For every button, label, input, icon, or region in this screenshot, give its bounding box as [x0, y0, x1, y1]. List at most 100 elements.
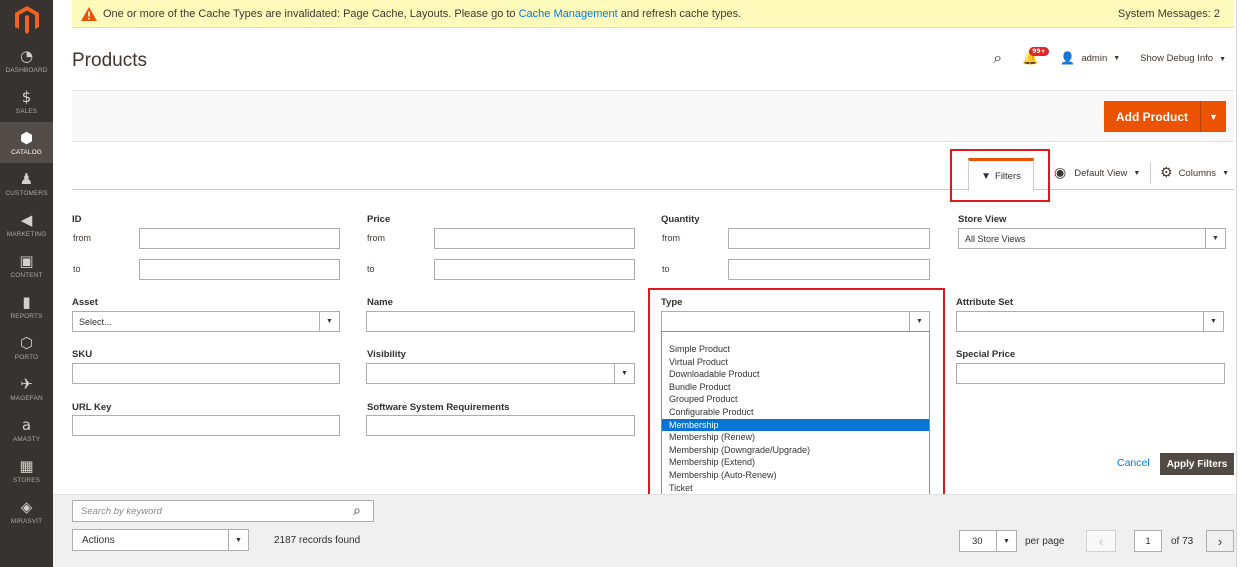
- url-key-input[interactable]: [72, 415, 340, 436]
- visibility-select[interactable]: ▼: [366, 363, 635, 384]
- price-filter-label: Price: [367, 214, 391, 225]
- gear-icon: ⚙: [1160, 165, 1173, 181]
- page-title: Products: [72, 50, 147, 71]
- sidebar-item-customers[interactable]: ♟ CUSTOMERS: [0, 163, 53, 204]
- admin-user-menu[interactable]: 👤 admin ▼: [1060, 51, 1120, 65]
- chevron-down-icon: ▼: [996, 531, 1016, 551]
- layout-icon: ▣: [19, 251, 34, 270]
- price-to-input[interactable]: [434, 259, 635, 280]
- hexagon-icon: ⬡: [19, 333, 34, 352]
- system-message-bar: One or more of the Cache Types are inval…: [72, 0, 1234, 28]
- price-from-label: from: [367, 233, 385, 243]
- name-input[interactable]: [366, 311, 635, 332]
- store-icon: ▦: [19, 456, 34, 475]
- asset-value: Select...: [79, 316, 112, 327]
- store-view-value: All Store Views: [965, 233, 1026, 244]
- price-to-label: to: [367, 264, 375, 274]
- debug-info-toggle[interactable]: Show Debug Info ▼: [1140, 53, 1226, 64]
- sidebar-item-amasty[interactable]: a AMASTY: [0, 409, 53, 450]
- notifications-bell-icon[interactable]: 🔔 99+: [1022, 46, 1049, 66]
- sidebar-item-label: STORES: [12, 476, 41, 484]
- sidebar-item-mirasvit[interactable]: ◈ MIRASVIT: [0, 491, 53, 532]
- user-icon: 👤: [1060, 51, 1076, 65]
- global-search-icon[interactable]: ⌕: [993, 48, 1002, 68]
- search-icon[interactable]: ⌕: [353, 503, 361, 519]
- special-price-input[interactable]: [956, 363, 1225, 384]
- system-messages-count[interactable]: System Messages: 2: [1118, 8, 1220, 20]
- total-pages-label: of 73: [1171, 536, 1194, 547]
- price-from-input[interactable]: [434, 228, 635, 249]
- quantity-to-input[interactable]: [728, 259, 930, 280]
- sidebar-item-reports[interactable]: ▮ REPORTS: [0, 286, 53, 327]
- admin-username: admin: [1081, 52, 1108, 64]
- quantity-from-label: from: [662, 233, 680, 243]
- cancel-filters-link[interactable]: Cancel: [1117, 457, 1150, 469]
- software-requirements-input[interactable]: [366, 415, 635, 436]
- sidebar-item-label: DASHBOARD: [5, 66, 48, 74]
- keyword-search-input[interactable]: Search by keyword ⌕: [72, 500, 374, 522]
- chevron-down-icon: ▼: [1219, 55, 1226, 63]
- chevron-down-icon: ▼: [1113, 54, 1121, 62]
- previous-page-button[interactable]: ‹: [1086, 530, 1116, 552]
- chevron-down-icon: ▼: [1209, 111, 1218, 122]
- sidebar-item-marketing[interactable]: ◀ MARKETING: [0, 204, 53, 245]
- cube-icon: ⬢: [19, 128, 34, 147]
- store-view-select[interactable]: All Store Views ▼: [958, 228, 1226, 249]
- per-page-value: 30: [972, 535, 983, 547]
- megafan-icon: ✈: [20, 374, 33, 393]
- add-product-button[interactable]: Add Product: [1104, 101, 1201, 132]
- special-price-filter-label: Special Price: [956, 349, 1016, 360]
- id-filter-label: ID: [72, 214, 82, 225]
- store-view-filter-label: Store View: [958, 214, 1007, 225]
- actions-label: Actions: [82, 534, 115, 546]
- records-found-count: 2187 records found: [274, 535, 361, 546]
- chevron-down-icon: ▼: [1205, 229, 1225, 248]
- page-actions-bar: Add Product ▼: [72, 90, 1234, 142]
- attribute-set-select[interactable]: ▼: [956, 311, 1224, 332]
- quantity-from-input[interactable]: [728, 228, 930, 249]
- sidebar-item-sales[interactable]: $ SALES: [0, 81, 53, 122]
- quantity-filter-label: Quantity: [661, 214, 700, 225]
- sku-input[interactable]: [72, 363, 340, 384]
- id-from-input[interactable]: [139, 228, 340, 249]
- sidebar-item-label: CONTENT: [10, 271, 43, 279]
- chevron-right-icon: ›: [1217, 533, 1223, 549]
- magento-logo-shape: [14, 6, 39, 34]
- default-view-label: Default View: [1074, 167, 1128, 179]
- sidebar-item-label: SALES: [15, 107, 38, 115]
- chevron-down-icon: ▼: [319, 312, 339, 331]
- speedometer-icon: ◔: [19, 46, 34, 65]
- default-view-selector[interactable]: ◉ Default View ▼: [1054, 165, 1140, 181]
- dollar-icon: $: [21, 87, 32, 106]
- sidebar-item-label: CATALOG: [11, 148, 42, 156]
- apply-filters-button[interactable]: Apply Filters: [1160, 453, 1234, 475]
- sidebar-item-content[interactable]: ▣ CONTENT: [0, 245, 53, 286]
- mass-actions-select[interactable]: Actions ▼: [72, 529, 249, 551]
- add-product-dropdown-toggle[interactable]: ▼: [1201, 101, 1226, 132]
- sidebar-item-label: PORTO: [14, 353, 39, 361]
- chevron-down-icon: ▼: [228, 530, 248, 550]
- sku-filter-label: SKU: [72, 349, 93, 360]
- sidebar-item-label: MIRASVIT: [10, 517, 43, 525]
- sidebar-item-dashboard[interactable]: ◔ DASHBOARD: [0, 40, 53, 81]
- sidebar-item-stores[interactable]: ▦ STORES: [0, 450, 53, 491]
- filters-highlight-box: [950, 149, 1050, 202]
- sidebar-item-porto[interactable]: ⬡ PORTO: [0, 327, 53, 368]
- cache-management-link[interactable]: Cache Management: [519, 8, 618, 20]
- software-requirements-filter-label: Software System Requirements: [367, 402, 510, 413]
- asset-select[interactable]: Select... ▼: [72, 311, 340, 332]
- columns-selector[interactable]: ⚙ Columns ▼: [1160, 165, 1229, 181]
- id-to-label: to: [73, 264, 81, 274]
- attribute-set-filter-label: Attribute Set: [956, 297, 1013, 308]
- sidebar-item-catalog[interactable]: ⬢ CATALOG: [0, 122, 53, 163]
- next-page-button[interactable]: ›: [1206, 530, 1234, 552]
- current-page-input[interactable]: 1: [1134, 530, 1162, 552]
- sidebar-item-label: REPORTS: [10, 312, 43, 320]
- id-to-input[interactable]: [139, 259, 340, 280]
- magento-logo-icon[interactable]: [0, 0, 53, 40]
- system-message-text: One or more of the Cache Types are inval…: [103, 7, 742, 20]
- per-page-select[interactable]: 30 ▼: [959, 530, 1017, 552]
- columns-label: Columns: [1178, 167, 1217, 179]
- sidebar-item-label: MARKETING: [6, 230, 47, 238]
- sidebar-item-magefan[interactable]: ✈ MAGEFAN: [0, 368, 53, 409]
